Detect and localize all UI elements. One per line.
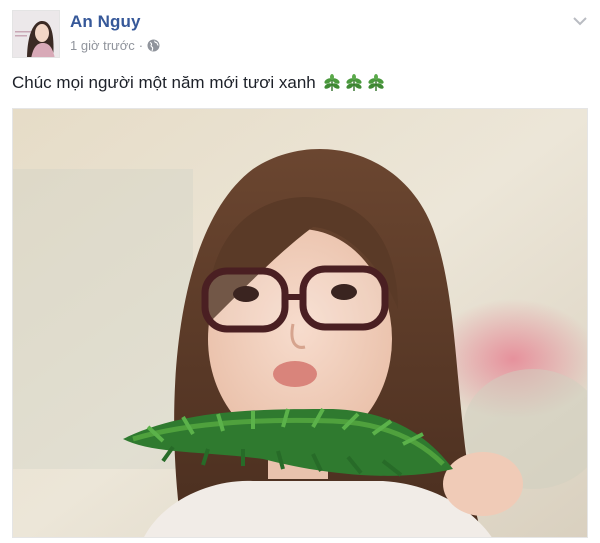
profile-avatar[interactable] (12, 10, 60, 58)
herb-icon (344, 74, 364, 92)
globe-icon[interactable] (147, 39, 160, 52)
post-caption: Chúc mọi người một năm mới tươi xanh (12, 73, 386, 93)
herb-icon (366, 74, 386, 92)
caption-text: Chúc mọi người một năm mới tươi xanh (12, 73, 316, 92)
chevron-down-icon[interactable] (572, 14, 588, 26)
post-photo[interactable] (12, 108, 588, 538)
post-meta: 1 giờ trước · (70, 38, 160, 53)
emoji-group (322, 74, 386, 92)
herb-icon (322, 74, 342, 92)
timestamp-link[interactable]: 1 giờ trước (70, 38, 135, 53)
meta-separator: · (138, 38, 144, 53)
facebook-post: An Nguy 1 giờ trước · Chúc mọi người một… (0, 0, 600, 543)
author-name[interactable]: An Nguy (70, 12, 141, 32)
